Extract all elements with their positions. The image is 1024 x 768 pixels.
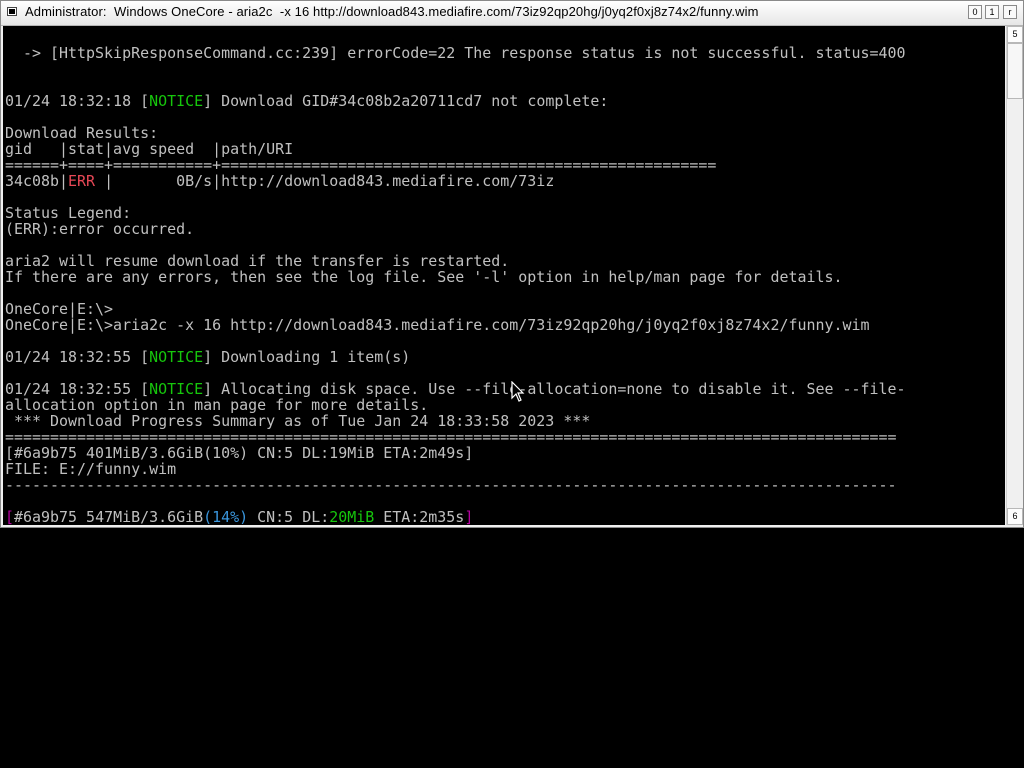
progress-connections: CN:5 DL:	[248, 508, 330, 525]
progress-status-line: [#6a9b75 547MiB/3.6GiB(14%) CN:5 DL:20Mi…	[5, 509, 473, 525]
console-line: Download Results:	[5, 124, 159, 142]
separator-line: ----------------------------------------…	[5, 476, 897, 494]
console-line: Status Legend:	[5, 204, 132, 222]
maximize-button[interactable]: 1	[985, 5, 999, 19]
scroll-thumb[interactable]	[1007, 43, 1023, 99]
console-line: 34c08b|ERR | 0B/s|http://download843.med…	[5, 173, 554, 189]
log-message: ] Downloading 1 item(s)	[203, 348, 411, 366]
console-line: 01/24 18:32:55 [NOTICE] Allocating disk …	[5, 381, 906, 397]
result-uri: | 0B/s|http://download843.mediafire.com/…	[104, 172, 555, 190]
console-line: (ERR):error occurred.	[5, 220, 195, 238]
bracket-close: ]	[464, 508, 474, 525]
window-title: Administrator: Windows OneCore - aria2c …	[25, 4, 759, 19]
result-status: ERR	[68, 172, 105, 190]
console-line: 01/24 18:32:18 [NOTICE] Download GID#34c…	[5, 93, 608, 109]
progress-size: #6a9b75 547MiB/3.6GiB	[14, 508, 204, 525]
console-line: allocation option in man page for more d…	[5, 396, 429, 414]
scroll-down-button[interactable]: 6	[1007, 508, 1023, 525]
scroll-up-button[interactable]: 5	[1007, 26, 1023, 43]
download-speed: 20MiB	[329, 508, 375, 525]
progress-summary-line: [#6a9b75 401MiB/3.6GiB(10%) CN:5 DL:19Mi…	[5, 444, 474, 462]
result-gid: 34c08b|	[5, 172, 69, 190]
bracket-open: [	[5, 508, 15, 525]
notice-tag: NOTICE	[149, 348, 204, 366]
separator-line: ========================================…	[5, 428, 897, 446]
console-window: Administrator: Windows OneCore - aria2c …	[0, 0, 1024, 528]
console-line: aria2 will resume download if the transf…	[5, 252, 510, 270]
progress-eta: ETA:2m35s	[374, 508, 465, 525]
console-line: -> [HttpSkipResponseCommand.cc:239] erro…	[5, 44, 906, 62]
prompt-line: OneCore|E:\>	[5, 300, 114, 318]
close-button[interactable]: r	[1003, 5, 1017, 19]
progress-summary-heading: *** Download Progress Summary as of Tue …	[5, 412, 591, 430]
timestamp: 01/24 18:32:55 [	[5, 348, 150, 366]
console-line: 01/24 18:32:55 [NOTICE] Downloading 1 it…	[5, 349, 410, 365]
console-icon[interactable]	[7, 7, 17, 16]
mouse-pointer-icon	[511, 381, 525, 402]
console-line: ======+====+===========+================…	[5, 156, 717, 174]
console-output[interactable]: -> [HttpSkipResponseCommand.cc:239] erro…	[3, 26, 1005, 525]
file-line: FILE: E://funny.wim	[5, 460, 177, 478]
title-bar[interactable]: Administrator: Windows OneCore - aria2c …	[1, 1, 1023, 26]
console-line: gid |stat|avg speed |path/URI	[5, 140, 294, 158]
vertical-scrollbar[interactable]: 5 6	[1006, 26, 1023, 525]
command-line: OneCore|E:\>aria2c -x 16 http://download…	[5, 316, 870, 334]
console-line: If there are any errors, then see the lo…	[5, 268, 843, 286]
log-message: ] Download GID#34c08b2a20711cd7 not comp…	[203, 92, 609, 110]
progress-percent: (14%)	[203, 508, 249, 525]
notice-tag: NOTICE	[149, 92, 204, 110]
timestamp: 01/24 18:32:18 [	[5, 92, 150, 110]
minimize-button[interactable]: 0	[968, 5, 982, 19]
